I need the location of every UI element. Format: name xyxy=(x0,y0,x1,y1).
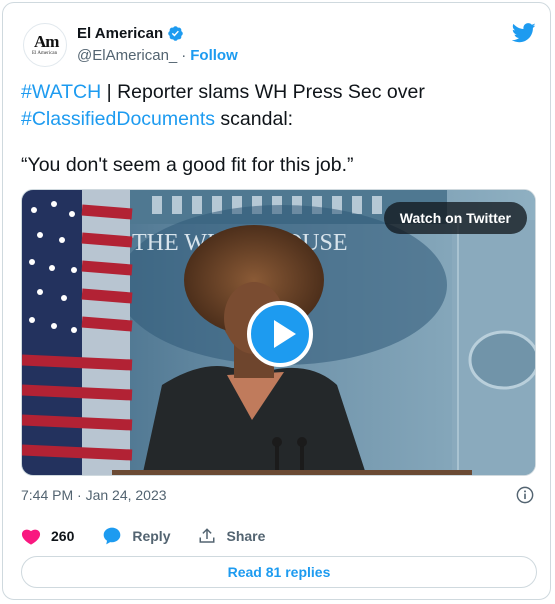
author-name-line: El American xyxy=(77,25,184,42)
reply-bubble-icon xyxy=(104,527,121,545)
action-bar: 260 Reply Share xyxy=(21,526,293,546)
tweet-text-part2: scandal: xyxy=(215,108,294,130)
author-handle-line: @ElAmerican_ · Follow xyxy=(77,47,238,64)
tweet-text: #WATCH | Reporter slams WH Press Sec ove… xyxy=(21,79,541,179)
tweet-card: Am El American El American @ElAmerican_ ·… xyxy=(2,2,551,600)
hashtag-classified-documents-link[interactable]: #ClassifiedDocuments xyxy=(21,108,215,130)
play-icon[interactable] xyxy=(247,301,313,367)
american-flag xyxy=(22,190,133,475)
share-icon xyxy=(199,528,215,543)
avatar[interactable]: Am El American xyxy=(23,23,67,67)
share-label: Share xyxy=(226,528,266,544)
video-player[interactable]: THE WHITE HOUSE xyxy=(21,189,536,476)
avatar-logo-subtext: El American xyxy=(32,51,58,56)
info-icon[interactable] xyxy=(516,486,534,504)
hashtag-watch-link[interactable]: #WATCH xyxy=(21,81,101,103)
heart-icon xyxy=(21,529,41,545)
author-handle[interactable]: @ElAmerican_ xyxy=(77,47,177,64)
reply-button[interactable]: Reply xyxy=(102,526,170,546)
avatar-logo-text: Am xyxy=(34,32,59,51)
like-count: 260 xyxy=(51,528,75,544)
follow-button[interactable]: Follow xyxy=(190,47,238,64)
twitter-bird-icon[interactable] xyxy=(512,22,536,44)
tweet-text-part1: | Reporter slams WH Press Sec over xyxy=(101,81,425,103)
timestamp[interactable]: 7:44 PM · Jan 24, 2023 xyxy=(21,487,167,503)
tweet-quote: “You don't seem a good fit for this job.… xyxy=(21,154,354,176)
like-button[interactable]: 260 xyxy=(21,527,74,545)
author-name[interactable]: El American xyxy=(77,25,163,42)
watch-on-twitter-button[interactable]: Watch on Twitter xyxy=(383,202,527,234)
share-button[interactable]: Share xyxy=(198,527,265,545)
verified-badge-icon xyxy=(168,26,183,41)
reply-label: Reply xyxy=(132,528,171,544)
read-replies-button[interactable]: Read 81 replies xyxy=(21,556,537,588)
separator: · xyxy=(181,47,187,64)
